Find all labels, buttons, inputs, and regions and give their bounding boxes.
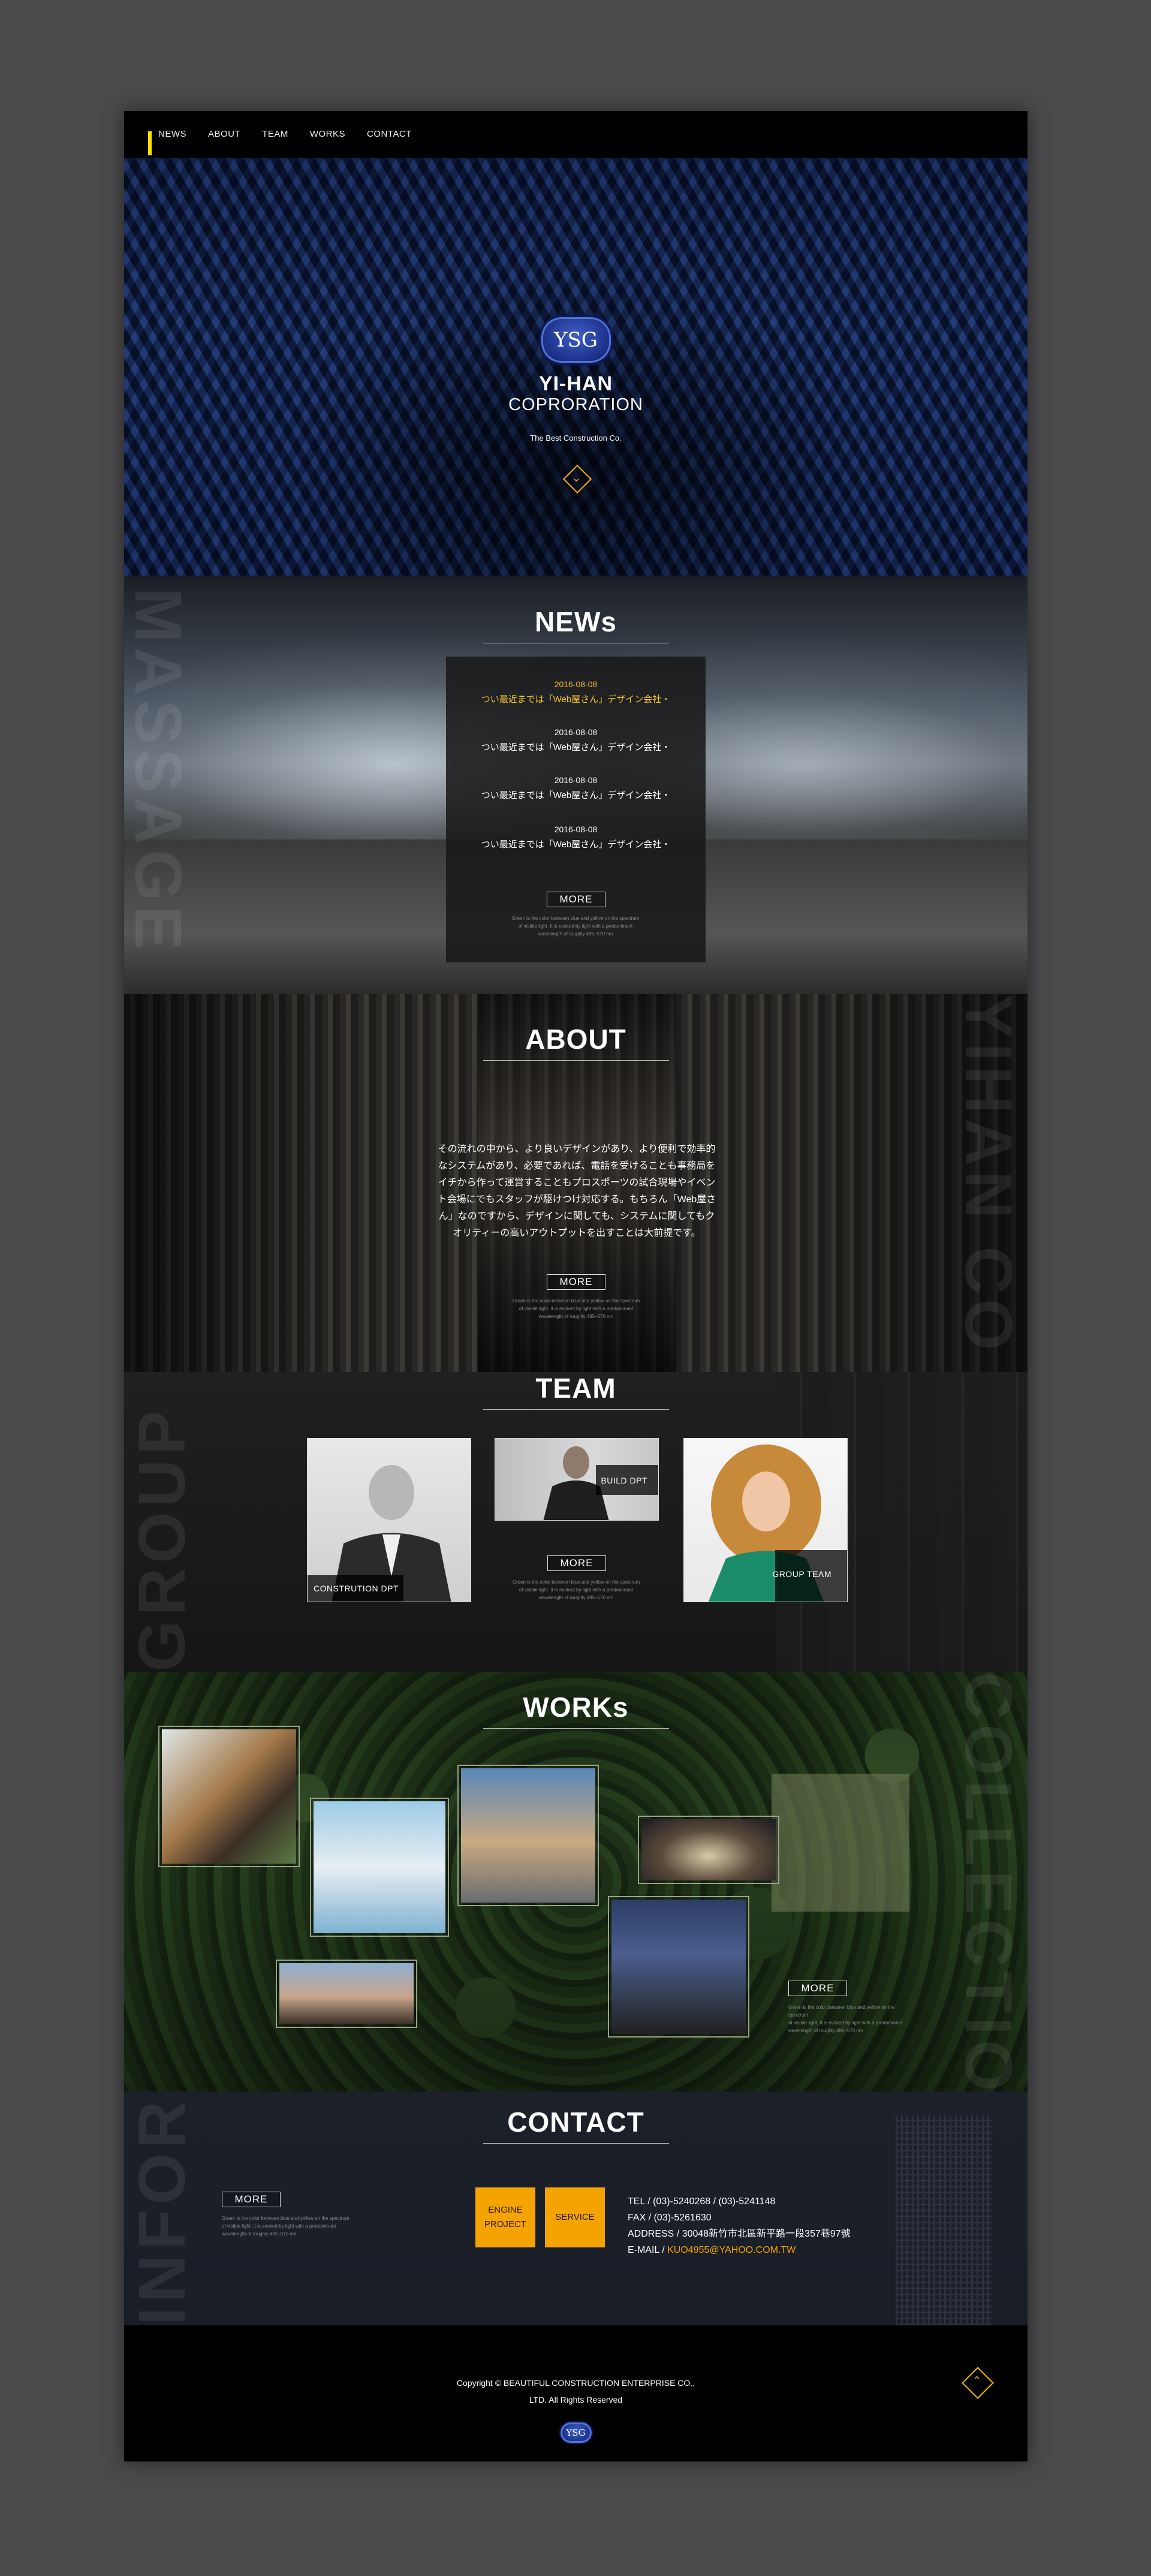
works-side-text: COLLECTION: [951, 1672, 1025, 2092]
project-image: [641, 1819, 776, 1880]
news-date: 2016-08-08: [554, 775, 598, 785]
team-side-text: GROUP: [125, 1406, 199, 1672]
works-thumbnail[interactable]: [310, 1798, 449, 1937]
building-backdrop: [896, 2115, 992, 2325]
news-date: 2016-08-08: [554, 824, 598, 834]
contact-tel: TEL / (03)-5240268 / (03)-5241148: [628, 2196, 776, 2207]
project-image: [611, 1900, 746, 2034]
news-item[interactable]: 2016-08-08 つい最近までは「Web屋さん」デザイン会社・: [446, 775, 706, 801]
works-fine-print: Green is the color between blue and yell…: [788, 2005, 903, 2033]
copyright: Copyright © BEAUTIFUL CONSTRUCTION ENTER…: [124, 2375, 1028, 2408]
chevron-down-icon: ⌄: [572, 472, 581, 484]
works-thumbnail[interactable]: [608, 1896, 749, 2038]
team-photo-group[interactable]: GROUP TEAM: [683, 1438, 848, 1602]
project-image: [279, 1963, 414, 2024]
brand-logo[interactable]: YSG: [538, 315, 613, 365]
project-image: [162, 1729, 296, 1864]
about-more-button[interactable]: MORE: [547, 1274, 605, 1290]
nav-contact[interactable]: CONTACT: [367, 129, 412, 139]
nav-about[interactable]: ABOUT: [208, 129, 240, 139]
nav-works[interactable]: WORKS: [310, 129, 345, 139]
works-thumbnail[interactable]: [276, 1960, 417, 2028]
top-nav: NEWS ABOUT TEAM WORKS CONTACT: [124, 111, 1028, 158]
project-image: [314, 1801, 445, 1933]
news-headline: つい最近までは「Web屋さん」デザイン会社・: [481, 742, 671, 753]
nav-news[interactable]: NEWS: [158, 129, 186, 139]
contact-email-link[interactable]: KUO4955@YAHOO.COM.TW: [667, 2245, 796, 2255]
footer: Copyright © BEAUTIFUL CONSTRUCTION ENTER…: [124, 2325, 1028, 2461]
works-more-button[interactable]: MORE: [788, 1981, 847, 1996]
contact-address: ADDRESS / 30048新竹市北區新平路一段357巷97號: [628, 2229, 851, 2239]
copyright-line-1: Copyright © BEAUTIFUL CONSTRUCTION ENTER…: [456, 2378, 695, 2388]
news-date: 2016-08-08: [554, 727, 598, 737]
news-headline: つい最近までは「Web屋さん」デザイン会社・: [481, 694, 671, 705]
news-headline: つい最近までは「Web屋さん」デザイン会社・: [481, 790, 671, 801]
news-item[interactable]: 2016-08-08 つい最近までは「Web屋さん」デザイン会社・: [446, 824, 706, 850]
service-button[interactable]: SERVICE: [545, 2187, 605, 2247]
about-section: YIHAN CO ABOUT その流れの中から、より良いデザインがあり、より便利…: [124, 994, 1028, 1372]
contact-email-row: E-MAIL / KUO4955@YAHOO.COM.TW: [628, 2242, 851, 2258]
news-more-button[interactable]: MORE: [547, 892, 605, 907]
news-date: 2016-08-08: [554, 679, 598, 689]
contact-info: TEL / (03)-5240268 / (03)-5241148 FAX / …: [628, 2193, 851, 2258]
team-caption: CONSTRUTION DPT: [314, 1584, 399, 1593]
contact-section: INFORM CONTACT MORE Green is the color b…: [124, 2092, 1028, 2325]
chevron-up-icon: ⌃: [972, 2375, 982, 2387]
works-section: COLLECTION WORKs MORE Green is the color…: [124, 1672, 1028, 2092]
project-image: [461, 1768, 595, 1903]
news-section: MASSAGE NEWs 2016-08-08 つい最近までは「Web屋さん」デ…: [124, 576, 1028, 994]
team-photo-build[interactable]: BUILD DPT: [495, 1438, 659, 1521]
brand-name: YI-HAN: [538, 372, 613, 395]
team-caption: GROUP TEAM: [772, 1569, 831, 1579]
contact-fine-print: Green is the color between blue and yell…: [222, 2216, 349, 2237]
contact-fax: FAX / (03)-5261630: [628, 2213, 712, 2223]
works-thumbnail[interactable]: [158, 1726, 300, 1867]
contact-title: CONTACT: [507, 2106, 644, 2138]
works-thumbnail[interactable]: [638, 1816, 779, 1884]
works-thumbnail[interactable]: [457, 1765, 599, 1906]
team-fine-print: Green is the color between blue and yell…: [512, 1579, 640, 1600]
nav-team[interactable]: TEAM: [262, 129, 288, 139]
rooftop-building: [772, 1774, 909, 1912]
works-title-underline: [483, 1728, 669, 1729]
about-text: その流れの中から、より良いデザインがあり、より便利で効率的なシステムがあり、必要…: [437, 1144, 716, 1238]
news-title: NEWs: [535, 606, 617, 637]
team-more-button[interactable]: MORE: [547, 1555, 606, 1571]
engine-project-button[interactable]: ENGINE PROJECT: [475, 2187, 535, 2247]
footer-logo[interactable]: YSG: [559, 2421, 593, 2444]
hero-banner: YSG YI-HAN COPRORATION The Best Construc…: [124, 158, 1028, 576]
about-title: ABOUT: [525, 1024, 626, 1055]
about-fine-print: Green is the color between blue and yell…: [512, 1298, 640, 1319]
contact-title-underline: [483, 2143, 669, 2144]
page: NEWS ABOUT TEAM WORKS CONTACT YSG YI-HAN…: [124, 111, 1028, 2461]
news-fine-print: Green is the color between blue and yell…: [511, 916, 640, 937]
nav-active-marker: [148, 131, 152, 155]
about-title-underline: [483, 1060, 669, 1061]
works-title: WORKs: [523, 1692, 629, 1723]
team-photo-construction[interactable]: CONSTRUTION DPT: [307, 1438, 471, 1602]
news-board: 2016-08-08 つい最近までは「Web屋さん」デザイン会社・ 2016-0…: [446, 657, 706, 962]
brand-subname: COPRORATION: [508, 395, 643, 414]
contact-more-button[interactable]: MORE: [222, 2192, 281, 2207]
brand-tagline: The Best Construction Co.: [530, 434, 622, 443]
team-section: GROUP TEAM CONSTRUTION DPT BUILD DPT GRO…: [124, 1372, 1028, 1672]
team-title: TEAM: [535, 1373, 616, 1404]
team-caption: BUILD DPT: [601, 1476, 647, 1485]
team-title-underline: [483, 1409, 669, 1410]
news-item[interactable]: 2016-08-08 つい最近までは「Web屋さん」デザイン会社・: [446, 679, 706, 705]
copyright-line-2: LTD. All Rights Reserved: [529, 2395, 623, 2405]
news-headline: つい最近までは「Web屋さん」デザイン会社・: [481, 839, 671, 850]
contact-email-label: E-MAIL /: [628, 2245, 668, 2255]
news-side-text: MASSAGE: [124, 588, 195, 955]
news-item[interactable]: 2016-08-08 つい最近までは「Web屋さん」デザイン会社・: [446, 727, 706, 753]
